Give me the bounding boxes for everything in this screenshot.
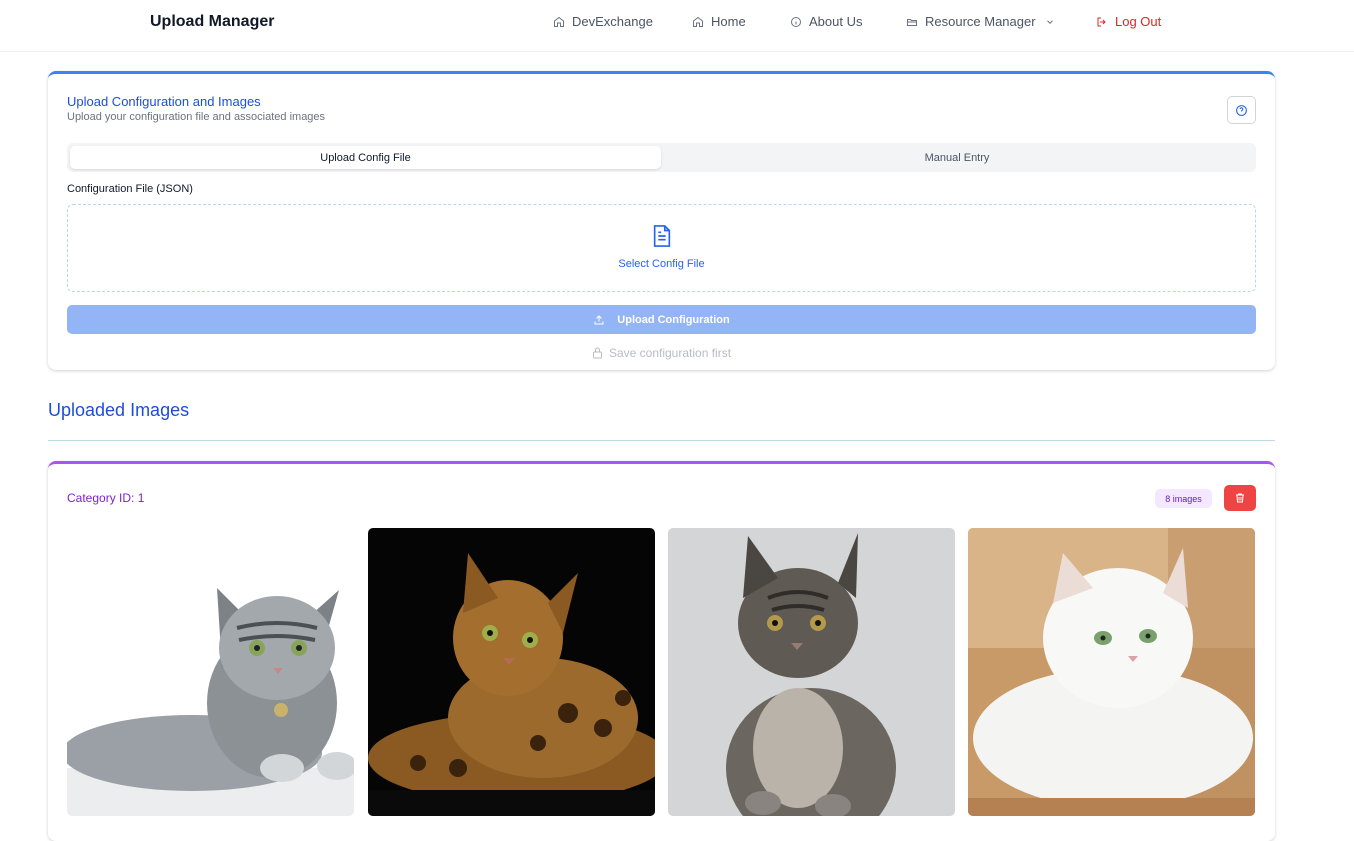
cat-photo-maine-coon (668, 528, 955, 816)
save-config-hint: Save configuration first (48, 346, 1275, 360)
nav-logout[interactable]: Log Out (1096, 14, 1161, 29)
upload-configuration-label: Upload Configuration (617, 313, 730, 326)
config-file-dropzone[interactable]: Select Config File (67, 204, 1256, 292)
upload-configuration-button[interactable]: Upload Configuration (67, 305, 1256, 334)
upload-icon (594, 314, 604, 324)
top-navbar: Upload Manager DevExchange Home About Us… (0, 0, 1354, 52)
config-file-label: Configuration File (JSON) (67, 183, 193, 195)
section-divider (48, 440, 1275, 441)
config-tabs: Upload Config File Manual Entry (67, 143, 1256, 172)
cat-photo-white-persian (968, 528, 1255, 816)
help-circle-icon (1236, 104, 1247, 116)
lock-icon (592, 347, 602, 359)
nav-devexchange-label: DevExchange (572, 14, 653, 29)
nav-about-us-label: About Us (809, 14, 863, 29)
image-thumbnail-bengal-cat[interactable] (368, 528, 655, 816)
nav-logout-label: Log Out (1115, 14, 1162, 29)
image-thumbnail-white-persian-cat[interactable] (968, 528, 1255, 816)
cat-photo-bengal (368, 528, 655, 816)
save-config-hint-label: Save configuration first (608, 346, 732, 360)
nav-home-label: Home (711, 14, 746, 29)
folder-open-icon (907, 18, 917, 26)
cat-photo-silver-tabby (67, 528, 354, 816)
tab-upload-config-file[interactable]: Upload Config File (70, 146, 661, 169)
tab-manual-entry[interactable]: Manual Entry (661, 146, 1253, 169)
image-count-badge: 8 images (1155, 489, 1212, 508)
image-thumbnail-silver-tabby-cat[interactable] (67, 528, 354, 816)
nav-about-us[interactable]: About Us (790, 14, 862, 29)
category-title: Category ID: 1 (67, 491, 145, 505)
category-card: Category ID: 1 8 images (48, 461, 1275, 841)
uploaded-images-heading: Uploaded Images (48, 400, 190, 420)
config-card-title: Upload Configuration and Images (67, 94, 261, 109)
info-icon (791, 16, 801, 27)
nav-resource-manager[interactable]: Resource Manager (906, 14, 1055, 29)
brand-title: Upload Manager (150, 13, 275, 30)
upload-config-card: Upload Configuration and Images Upload y… (48, 71, 1275, 370)
nav-devexchange[interactable]: DevExchange (553, 14, 653, 29)
delete-category-button[interactable] (1224, 485, 1256, 511)
image-thumbnail-maine-coon-kitten[interactable] (668, 528, 955, 816)
home-icon (554, 16, 564, 27)
nav-resource-manager-label: Resource Manager (925, 14, 1036, 29)
nav-home[interactable]: Home (692, 14, 746, 29)
logout-icon (1097, 17, 1106, 26)
config-card-subtitle: Upload your configuration file and assoc… (67, 111, 326, 123)
home-icon (693, 16, 703, 27)
trash-icon (1236, 493, 1244, 503)
help-button[interactable] (1227, 96, 1256, 124)
file-text-icon (653, 225, 671, 247)
chevron-down-icon (1046, 19, 1053, 24)
select-config-file-label: Select Config File (618, 258, 705, 270)
